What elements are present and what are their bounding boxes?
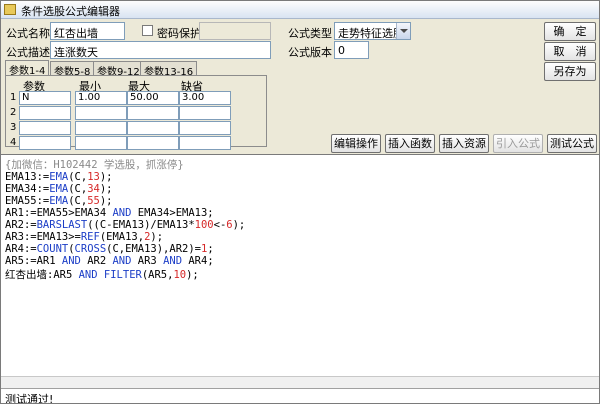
tab-params-1-4[interactable]: 参数1-4 [5, 60, 50, 77]
param-name-cell[interactable]: N [19, 91, 71, 105]
code-line-2: EMA34:=EMA(C,34); [5, 183, 113, 195]
code-line-8: AR5:=AR1 AND AR2 AND AR3 AND AR4; [5, 255, 214, 267]
tab-params-5-8[interactable]: 参数5-8 [50, 61, 95, 78]
insert-resource-button[interactable]: 插入资源 [439, 134, 489, 153]
tab-params-9-12[interactable]: 参数9-12 [93, 61, 144, 78]
code-comment: {加微信：H102442 学选股，抓涨停} [5, 159, 184, 171]
code-line-9: 红杏出墙:AR5 AND FILTER(AR5,10); [5, 269, 199, 281]
password-input [199, 22, 271, 40]
param-max-cell[interactable] [127, 121, 179, 135]
param-min-cell[interactable]: 1.00 [75, 91, 127, 105]
row-number: 2 [10, 107, 17, 118]
title-bar: 条件选股公式编辑器 [1, 1, 599, 19]
type-select-value: 走势特征选股 [338, 27, 404, 40]
horizontal-scrollbar[interactable] [1, 376, 599, 388]
desc-label: 公式描述 [6, 46, 50, 59]
version-label: 公式版本 [288, 46, 332, 59]
code-line-6: AR3:=EMA13>=REF(EMA13,2); [5, 231, 164, 243]
status-text: 测试通过! [5, 393, 54, 404]
param-default-cell[interactable] [179, 121, 231, 135]
param-max-cell[interactable] [127, 106, 179, 120]
param-name-cell[interactable] [19, 106, 71, 120]
tab-params-13-16[interactable]: 参数13-16 [140, 61, 198, 78]
version-input[interactable]: 0 [334, 41, 369, 59]
password-checkbox[interactable] [142, 25, 153, 36]
code-line-7: AR4:=COUNT(CROSS(C,EMA13),AR2)=1; [5, 243, 214, 255]
param-max-cell[interactable]: 50.00 [127, 91, 179, 105]
insert-function-button[interactable]: 插入函数 [385, 134, 435, 153]
ok-button[interactable]: 确 定 [544, 22, 596, 41]
app-icon [4, 4, 16, 15]
status-bar: 测试通过! [1, 388, 599, 404]
param-default-cell[interactable] [179, 136, 231, 150]
name-input[interactable]: 红杏出墙 [50, 22, 125, 40]
import-formula-button[interactable]: 引入公式 [493, 134, 543, 153]
type-label: 公式类型 [288, 27, 332, 40]
code-line-5: AR2:=BARSLAST((C-EMA13)/EMA13*100<-6); [5, 219, 246, 231]
name-label: 公式名称 [6, 27, 50, 40]
formula-editor[interactable]: {加微信：H102442 学选股，抓涨停} EMA13:=EMA(C,13); … [1, 154, 599, 388]
param-name-cell[interactable] [19, 121, 71, 135]
param-min-cell[interactable] [75, 121, 127, 135]
param-default-cell[interactable]: 3.00 [179, 91, 231, 105]
param-max-cell[interactable] [127, 136, 179, 150]
type-select[interactable]: 走势特征选股 [334, 22, 411, 40]
password-label: 密码保护 [157, 27, 201, 40]
code-line-4: AR1:=EMA55>EMA34 AND EMA34>EMA13; [5, 207, 214, 219]
param-default-cell[interactable] [179, 106, 231, 120]
row-number: 1 [10, 92, 17, 103]
param-name-cell[interactable] [19, 136, 71, 150]
param-min-cell[interactable] [75, 106, 127, 120]
code-line-1: EMA13:=EMA(C,13); [5, 171, 113, 183]
edit-operation-button[interactable]: 编辑操作 [331, 134, 381, 153]
test-formula-button[interactable]: 测试公式 [547, 134, 597, 153]
row-number: 3 [10, 122, 17, 133]
window-title: 条件选股公式编辑器 [21, 5, 120, 18]
desc-input[interactable]: 连涨数天 [50, 41, 271, 59]
save-as-button[interactable]: 另存为 [544, 62, 596, 81]
code-line-3: EMA55:=EMA(C,55); [5, 195, 113, 207]
chevron-down-icon[interactable] [396, 23, 410, 39]
param-min-cell[interactable] [75, 136, 127, 150]
row-number: 4 [10, 137, 17, 148]
formula-editor-window: 条件选股公式编辑器 公式名称 红杏出墙 密码保护 公式类型 走势特征选股 公式描… [0, 0, 600, 404]
cancel-button[interactable]: 取 消 [544, 42, 596, 61]
